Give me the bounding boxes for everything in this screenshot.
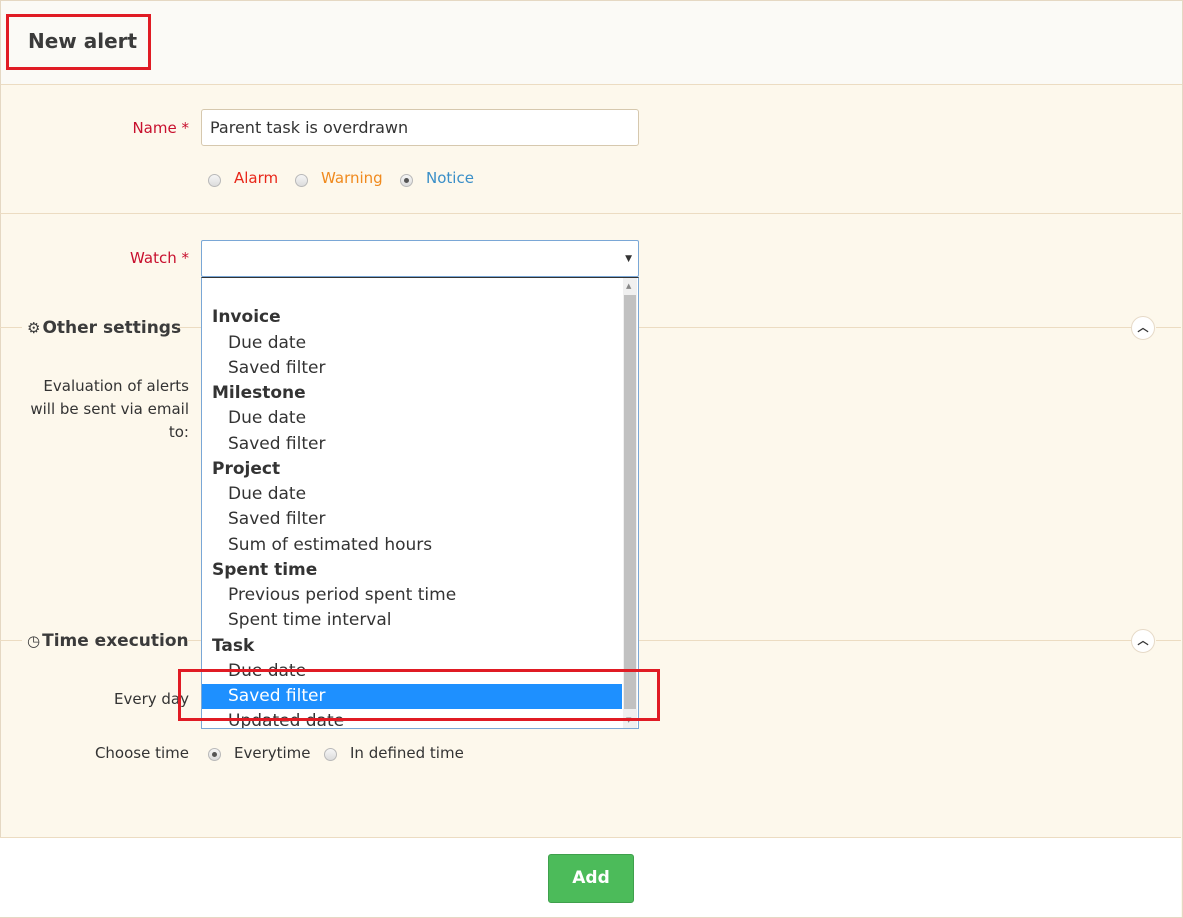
dropdown-option[interactable]: Saved filter <box>202 507 622 532</box>
dropdown-option[interactable]: Saved filter <box>202 356 622 381</box>
section-line <box>1156 327 1181 328</box>
radio-everytime-label[interactable]: Everytime <box>234 744 311 762</box>
highlight-box-selected-option <box>178 669 660 721</box>
dropdown-option[interactable]: Due date <box>202 482 622 507</box>
dropdown-group-label: Invoice <box>212 307 281 328</box>
scrollbar-thumb[interactable] <box>624 295 636 709</box>
scroll-up-icon[interactable]: ▲ <box>626 282 631 290</box>
radio-warning[interactable] <box>295 174 308 187</box>
gear-icon: ⚙ <box>27 319 41 337</box>
radio-alarm-label[interactable]: Alarm <box>234 169 278 187</box>
watch-label: Watch * <box>100 249 189 267</box>
dropdown-option[interactable]: Spent time interval <box>202 608 622 633</box>
dropdown-group-label: Task <box>212 635 255 656</box>
section-line <box>0 327 22 328</box>
other-settings-heading[interactable]: ⚙ Other settings <box>27 318 181 338</box>
watch-dropdown-list[interactable]: Invoice Due date Saved filter Milestone Due … <box>201 277 639 729</box>
choose-time-label: Choose time <box>94 744 189 762</box>
add-button[interactable]: Add <box>548 854 634 903</box>
radio-notice-label[interactable]: Notice <box>426 169 474 187</box>
watch-select[interactable]: ▼ <box>201 240 639 277</box>
section-line <box>0 640 22 641</box>
radio-alarm[interactable] <box>208 174 221 187</box>
dropdown-group-label: Spent time <box>212 559 318 580</box>
other-settings-title: Other settings <box>42 318 182 338</box>
dropdown-option[interactable]: Due date <box>202 331 622 356</box>
radio-warning-label[interactable]: Warning <box>321 169 383 187</box>
radio-everytime[interactable] <box>208 748 221 761</box>
name-label: Name * <box>100 119 189 137</box>
dropdown-option[interactable] <box>202 280 622 305</box>
dropdown-option[interactable]: Saved filter <box>202 432 622 457</box>
time-execution-heading[interactable]: ◷ Time execution <box>27 631 189 651</box>
dropdown-option[interactable]: Previous period spent time <box>202 583 622 608</box>
name-label-text: Name <box>132 119 177 137</box>
every-day-label: Every day <box>114 690 189 708</box>
dropdown-option[interactable]: Due date <box>202 406 622 431</box>
time-execution-title: Time execution <box>42 631 189 651</box>
panel-header: New alert <box>1 1 1182 85</box>
required-mark: * <box>181 119 190 137</box>
chevron-down-icon: ▼ <box>625 254 632 264</box>
email-recipients-label: Evaluation of alerts will be sent via em… <box>30 377 189 441</box>
highlight-box-title <box>6 14 151 70</box>
divider <box>0 213 1181 214</box>
watch-required-mark: * <box>181 249 190 267</box>
name-input[interactable] <box>201 109 639 146</box>
radio-defined-time[interactable] <box>324 748 337 761</box>
clock-icon: ◷ <box>27 632 41 650</box>
radio-notice[interactable] <box>400 174 413 187</box>
collapse-other-settings-button[interactable]: ︿ <box>1131 316 1155 340</box>
dropdown-option[interactable]: Sum of estimated hours <box>202 533 622 558</box>
radio-defined-time-label[interactable]: In defined time <box>350 744 464 762</box>
dropdown-group-label: Milestone <box>212 383 306 403</box>
watch-label-text: Watch <box>130 249 177 267</box>
collapse-time-execution-button[interactable]: ︿ <box>1131 629 1155 653</box>
section-line <box>1156 640 1181 641</box>
scrollbar[interactable]: ▲ ▼ <box>623 278 637 728</box>
dropdown-group-label: Project <box>212 458 281 479</box>
